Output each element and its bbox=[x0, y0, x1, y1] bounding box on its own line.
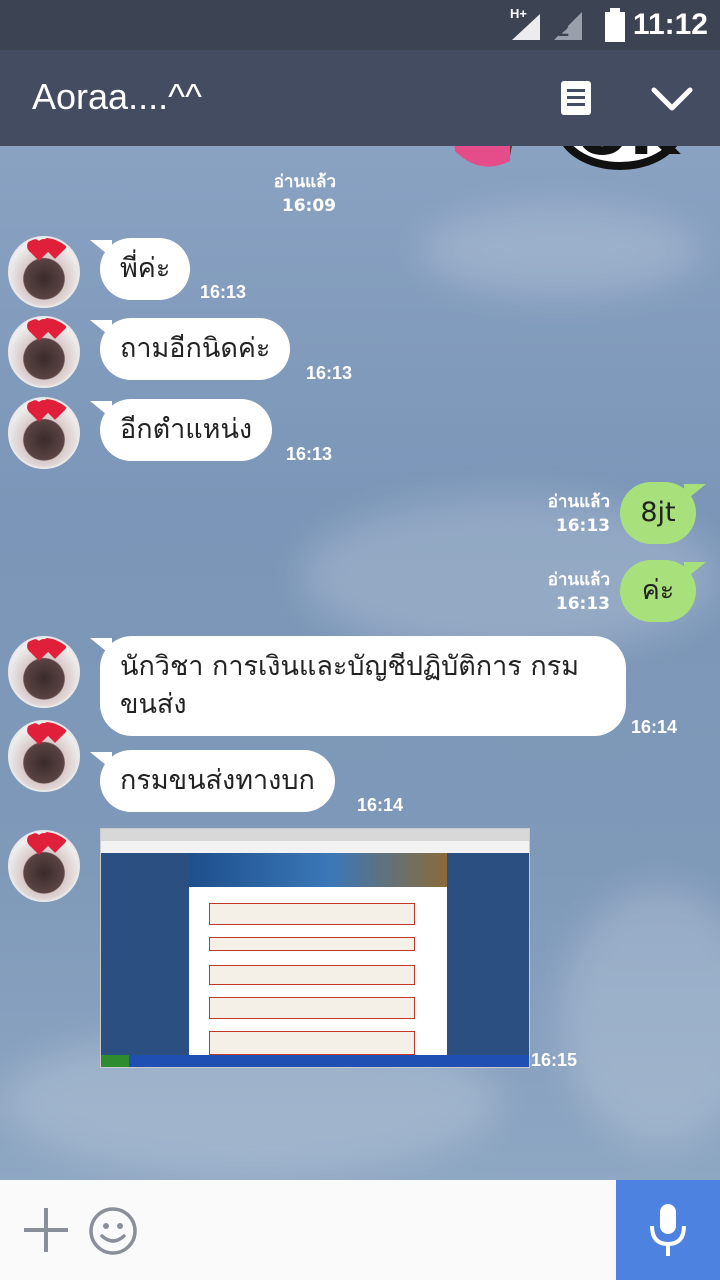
read-label: อ่านแล้ว bbox=[273, 172, 336, 192]
signal-h-plus-icon: H+ bbox=[510, 6, 540, 40]
message-time: 16:14 bbox=[631, 717, 678, 737]
message-text: อีกตำแหน่ง bbox=[120, 414, 253, 445]
read-receipt: อ่านแล้ว 16:13 bbox=[500, 490, 610, 538]
avatar[interactable] bbox=[8, 720, 80, 792]
chat-title: Aoraa....^^ bbox=[32, 76, 202, 117]
chat-area[interactable]: OK อ่านแล้ว 16:09 พี่ค่ะ 16:13 ถามอีกนิด… bbox=[0, 146, 720, 1180]
sim2-signal-icon: 2 bbox=[554, 12, 582, 41]
message-bubble[interactable]: ค่ะ bbox=[620, 560, 706, 622]
read-receipt: อ่านแล้ว 16:13 bbox=[500, 568, 610, 616]
message-time: 16:14 bbox=[357, 795, 404, 815]
battery-icon bbox=[605, 8, 625, 42]
message-text-line: นักวิชา การเงินและบัญชีปฏิบัติการ กรม bbox=[120, 651, 580, 682]
webpage bbox=[189, 853, 447, 1059]
status-clock: 11:12 bbox=[632, 8, 708, 41]
read-receipt: อ่านแล้ว 16:09 bbox=[236, 170, 336, 218]
avatar[interactable] bbox=[8, 236, 80, 308]
message-time: 16:13 bbox=[286, 444, 333, 464]
start-button bbox=[101, 1055, 129, 1067]
notes-icon[interactable] bbox=[560, 80, 592, 116]
plus-icon[interactable] bbox=[22, 1206, 70, 1254]
browser-address-bar bbox=[101, 841, 529, 853]
avatar[interactable] bbox=[8, 830, 80, 902]
message-time: 16:13 bbox=[555, 594, 610, 614]
taskbar bbox=[101, 1055, 529, 1067]
ok-sticker[interactable]: OK bbox=[400, 146, 700, 216]
message-bubble[interactable]: นักวิชา การเงินและบัญชีปฏิบัติการ กรม ขน… bbox=[90, 636, 626, 736]
message-text: ถามอีกนิดค่ะ bbox=[120, 333, 271, 364]
browser-tabs bbox=[101, 829, 529, 841]
mic-icon bbox=[650, 1204, 686, 1256]
message-text: พี่ค่ะ bbox=[120, 253, 171, 284]
svg-text:2: 2 bbox=[558, 19, 569, 41]
svg-text:H+: H+ bbox=[510, 6, 527, 21]
input-bar bbox=[0, 1180, 616, 1280]
message-bubble[interactable]: 8jt bbox=[620, 482, 706, 544]
message-text: กรมขนส่งทางบก bbox=[120, 765, 315, 796]
message-time: 16:13 bbox=[306, 363, 353, 383]
avatar[interactable] bbox=[8, 397, 80, 469]
message-text: 8jt bbox=[640, 497, 676, 528]
message-time: 16:09 bbox=[281, 196, 336, 216]
message-time: 16:15 bbox=[531, 1050, 578, 1070]
webpage-banner bbox=[189, 853, 447, 887]
avatar[interactable] bbox=[8, 316, 80, 388]
chat-header: Aoraa....^^ bbox=[0, 50, 720, 146]
status-bar: H+ 2 11:12 bbox=[0, 0, 720, 50]
message-text-line: ขนส่ง bbox=[120, 689, 187, 720]
sticker-text: OK bbox=[575, 146, 681, 170]
message-bubble[interactable]: กรมขนส่งทางบก bbox=[90, 750, 335, 812]
message-bubble[interactable]: ถามอีกนิดค่ะ bbox=[89, 318, 291, 380]
message-time: 16:13 bbox=[200, 282, 247, 302]
message-bubble[interactable]: อีกตำแหน่ง bbox=[89, 399, 273, 461]
message-bubble[interactable]: พี่ค่ะ bbox=[89, 238, 191, 300]
read-label: อ่านแล้ว bbox=[547, 570, 610, 590]
message-time: 16:13 bbox=[555, 516, 610, 536]
message-text: ค่ะ bbox=[641, 575, 675, 606]
image-message[interactable] bbox=[100, 828, 530, 1068]
mic-button[interactable] bbox=[616, 1180, 720, 1280]
smile-icon[interactable] bbox=[88, 1206, 138, 1256]
avatar[interactable] bbox=[8, 636, 80, 708]
chevron-down-icon[interactable] bbox=[650, 82, 694, 114]
read-label: อ่านแล้ว bbox=[547, 492, 610, 512]
